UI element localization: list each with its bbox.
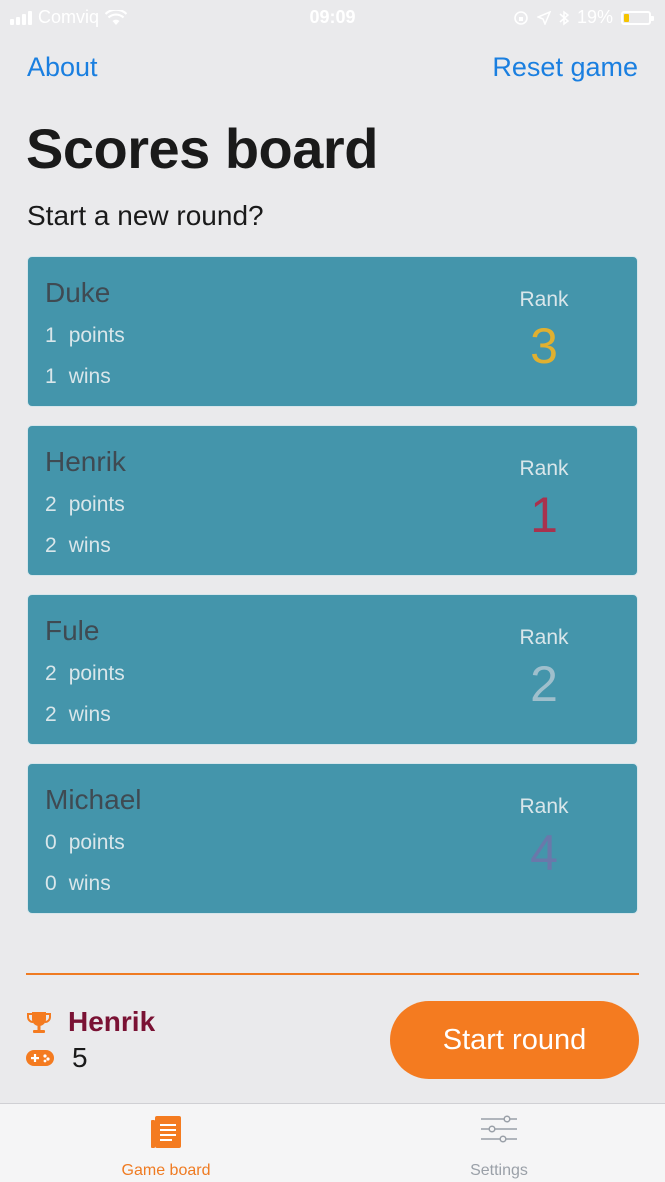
player-wins: 2 wins: [45, 534, 111, 558]
rank-label: Rank: [519, 457, 569, 480]
rank-value: 3: [530, 318, 558, 374]
trophy-icon: [27, 1012, 51, 1033]
rounds-row: 5: [26, 1042, 88, 1074]
wins-value: 2: [45, 534, 57, 557]
player-card[interactable]: Henrik 2 points 2 wins Rank 1: [27, 425, 638, 576]
player-name: Fule: [45, 615, 100, 646]
player-points: 2 points: [45, 493, 125, 517]
player-name: Henrik: [45, 446, 126, 477]
player-wins: 2 wins: [45, 703, 111, 727]
bluetooth-icon: [559, 10, 569, 25]
player-points: 2 points: [45, 662, 125, 686]
subtitle: Start a new round?: [27, 200, 264, 231]
divider: [26, 973, 639, 975]
points-value: 2: [45, 493, 57, 516]
sliders-icon: [481, 1115, 517, 1143]
points-value: 1: [45, 324, 57, 347]
tab-label: Game board: [121, 1162, 211, 1179]
game-board-icon: [151, 1116, 181, 1148]
orientation-lock-icon: [514, 10, 528, 25]
wins-value: 1: [45, 365, 57, 388]
rank-value: 4: [530, 825, 558, 881]
player-card[interactable]: Duke 1 points 1 wins Rank 3: [27, 256, 638, 407]
rank-label: Rank: [519, 795, 569, 818]
player-card[interactable]: Fule 2 points 2 wins Rank 2: [27, 594, 638, 745]
points-label: points: [68, 662, 125, 685]
player-card[interactable]: Michael 0 points 0 wins Rank 4: [27, 763, 638, 914]
rank-value: 2: [530, 656, 558, 712]
points-label: points: [68, 324, 125, 347]
player-name: Duke: [45, 277, 111, 308]
player-points: 1 points: [45, 324, 125, 348]
player-points: 0 points: [45, 831, 125, 855]
start-round-button[interactable]: Start round: [390, 1001, 639, 1079]
reset-game-link[interactable]: Reset game: [492, 52, 638, 83]
rank-label: Rank: [519, 626, 569, 649]
wins-value: 2: [45, 703, 57, 726]
player-list: Duke 1 points 1 wins Rank 3 Henrik 2 points…: [27, 256, 638, 932]
gamepad-icon: [26, 1050, 54, 1066]
wins-label: wins: [68, 872, 111, 895]
player-name: Michael: [45, 784, 142, 815]
player-wins: 1 wins: [45, 365, 111, 389]
battery-percent: 19%: [576, 7, 613, 27]
points-value: 0: [45, 831, 57, 854]
page-title: Scores board: [26, 117, 378, 180]
tab-bar: Game board Settings: [0, 1103, 665, 1182]
tab-settings[interactable]: Settings: [333, 1104, 665, 1182]
tab-game-board[interactable]: Game board: [0, 1104, 332, 1182]
battery-icon: [621, 10, 654, 25]
rank-value: 1: [530, 487, 558, 543]
points-label: points: [68, 831, 125, 854]
status-right: 19%: [513, 7, 654, 28]
location-icon: [536, 10, 551, 25]
wins-label: wins: [68, 703, 111, 726]
about-link[interactable]: About: [27, 52, 98, 83]
points-value: 2: [45, 662, 57, 685]
leader-name: Henrik: [68, 1006, 156, 1037]
tab-label: Settings: [470, 1162, 528, 1179]
rank-label: Rank: [519, 288, 569, 311]
status-bar: Comviq 09:09 19%: [0, 0, 665, 34]
player-wins: 0 wins: [45, 872, 111, 896]
wins-value: 0: [45, 872, 57, 895]
points-label: points: [68, 493, 125, 516]
wins-label: wins: [68, 534, 111, 557]
rounds-count: 5: [72, 1042, 88, 1073]
wins-label: wins: [68, 365, 111, 388]
leader-row: Henrik: [26, 1006, 155, 1038]
